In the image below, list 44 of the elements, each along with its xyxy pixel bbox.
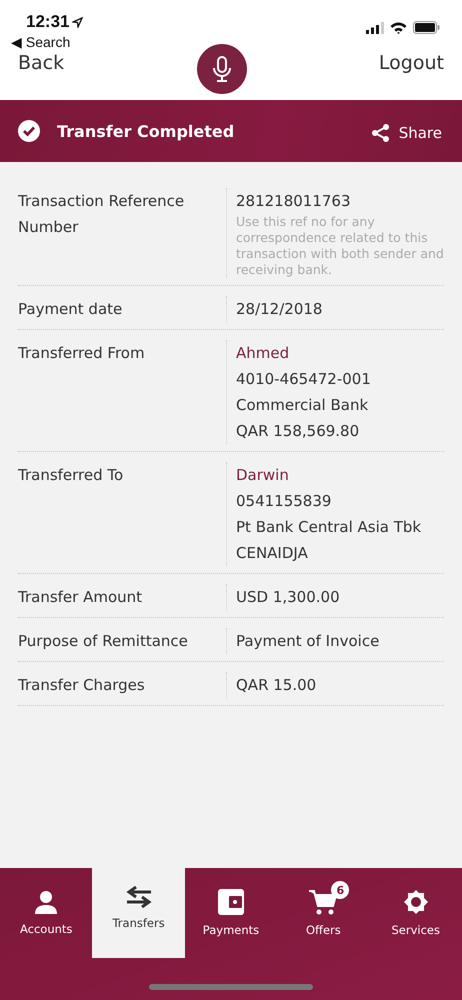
- detail-value: QAR 15.00: [236, 675, 318, 696]
- detail-value: 281218011763: [236, 191, 352, 212]
- reference-note: Use this ref no for any correspondence related to this transaction with both sender and receiving bank.: [236, 214, 444, 278]
- detail-value: 4010-465472-001: [236, 369, 372, 390]
- detail-value: QAR 158,569.80: [236, 421, 360, 442]
- tab-bar-item[interactable]: Payments: [184, 868, 278, 958]
- microphone-icon[interactable]: [196, 44, 247, 94]
- account-name: Ahmed: [236, 343, 290, 364]
- detail-value: Pt Bank Central Asia Tbk: [236, 517, 422, 538]
- settings-icon: [402, 889, 429, 915]
- tab-bar-item[interactable]: Transfers: [92, 868, 185, 958]
- tab-bar-item[interactable]: Services: [370, 868, 462, 958]
- account-name: Darwin: [236, 465, 290, 486]
- detail-label: Transferred From: [18, 343, 146, 364]
- detail-value: 28/12/2018: [236, 299, 324, 320]
- location-arrow-icon: [72, 16, 84, 28]
- detail-label: Transaction Reference Number: [18, 191, 186, 238]
- share-button[interactable]: Share: [370, 123, 442, 143]
- battery-icon: [413, 21, 440, 34]
- detail-value: CENAIDJA: [236, 543, 309, 564]
- status-time: 12:31: [26, 12, 70, 32]
- detail-label: Transferred To: [18, 465, 124, 486]
- wallet-icon: [218, 889, 244, 915]
- person-icon: [34, 890, 58, 914]
- detail-label: Transfer Charges: [18, 675, 146, 696]
- banner-title: Transfer Completed: [57, 122, 236, 140]
- detail-label: Payment date: [18, 299, 124, 320]
- detail-value: Commercial Bank: [236, 395, 370, 416]
- detail-value: USD 1,300.00: [236, 587, 341, 608]
- share-icon: [370, 123, 391, 143]
- tab-bar-item[interactable]: Accounts: [0, 868, 92, 958]
- detail-label: Transfer Amount: [18, 587, 144, 608]
- cart-icon: [309, 889, 338, 915]
- logout-button[interactable]: Logout: [378, 52, 444, 74]
- wifi-icon: [390, 22, 407, 34]
- detail-value: Payment of Invoice: [236, 631, 380, 652]
- detail-value: 0541155839: [236, 491, 332, 512]
- back-button[interactable]: Back: [18, 52, 64, 74]
- transfer-arrows-icon: [126, 886, 152, 908]
- check-circle-icon: [18, 120, 40, 142]
- tab-bar-item[interactable]: 6 Offers: [277, 868, 370, 958]
- signal-icon: [366, 22, 384, 34]
- count-badge: 6: [331, 881, 350, 899]
- detail-label: Purpose of Remittance: [18, 631, 189, 652]
